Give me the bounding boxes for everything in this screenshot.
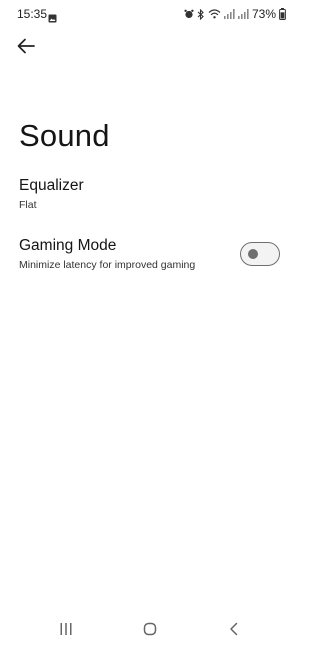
battery-percent: 73%: [251, 7, 276, 21]
status-icons: 73%: [184, 7, 286, 21]
gallery-icon: [48, 10, 57, 28]
recents-button[interactable]: [51, 620, 81, 642]
bluetooth-icon: [197, 8, 205, 20]
gaming-mode-title: Gaming Mode: [19, 237, 117, 254]
wifi-icon: [208, 9, 221, 19]
status-time: 15:35: [17, 7, 48, 21]
home-icon: [143, 622, 157, 641]
signal-icon: [223, 9, 235, 19]
back-icon: [228, 622, 240, 641]
back-button[interactable]: [12, 34, 40, 62]
gaming-mode-toggle[interactable]: [240, 242, 280, 266]
gaming-mode-description: Minimize latency for improved gaming: [19, 259, 196, 271]
equalizer-value: Flat: [19, 199, 37, 211]
toggle-knob: [248, 248, 258, 259]
signal-icon: [237, 9, 249, 19]
arrow-left-icon: [17, 38, 35, 59]
alarm-icon: [184, 9, 194, 19]
nav-back-button[interactable]: [219, 620, 249, 642]
home-button[interactable]: [135, 620, 165, 642]
equalizer-setting[interactable]: Equalizer Flat: [0, 174, 300, 218]
status-bar: 15:35 73%: [0, 0, 300, 28]
recents-icon: [59, 622, 73, 641]
equalizer-title: Equalizer: [19, 177, 84, 194]
battery-icon: [279, 8, 286, 20]
navigation-bar: [0, 612, 300, 650]
page-title: Sound: [19, 118, 110, 153]
